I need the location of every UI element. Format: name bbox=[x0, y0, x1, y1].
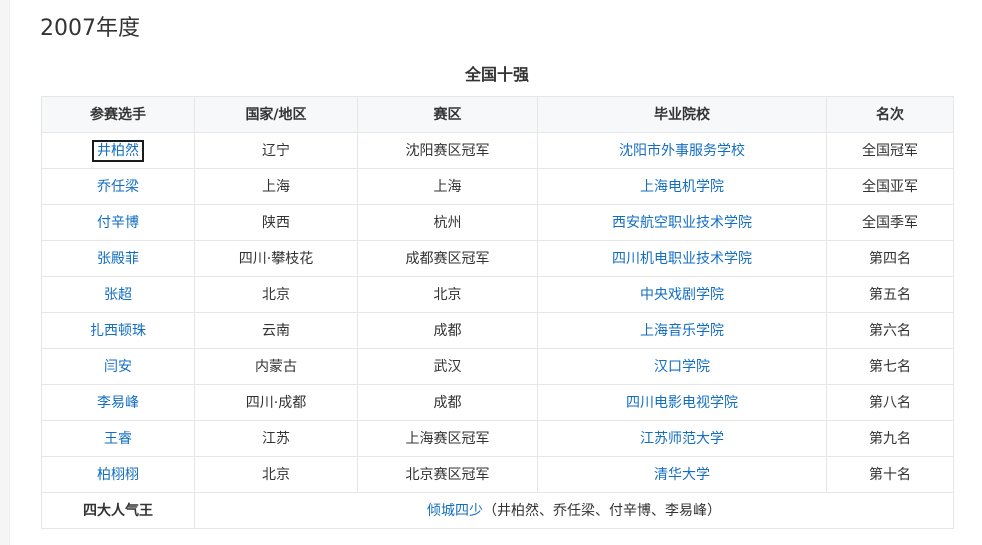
contestant-link[interactable]: 付辛博 bbox=[97, 215, 139, 231]
school-link[interactable]: 西安航空职业技术学院 bbox=[612, 215, 752, 231]
column-header-contestant: 参赛选手 bbox=[41, 96, 195, 133]
school-cell: 中央戏剧学院 bbox=[537, 276, 827, 313]
contestant-cell: 柏栩栩 bbox=[41, 456, 195, 493]
section-heading: 2007年度 bbox=[40, 16, 140, 41]
rank-cell: 第九名 bbox=[826, 420, 954, 457]
rank-cell: 第六名 bbox=[826, 312, 954, 349]
rank-cell: 全国亚军 bbox=[826, 168, 954, 205]
table-row: 王睿 江苏 上海赛区冠军 江苏师范大学 第九名 bbox=[41, 420, 954, 457]
group-name-link[interactable]: 倾城四少 bbox=[427, 503, 483, 519]
division-cell: 成都赛区冠军 bbox=[357, 240, 538, 277]
column-header-rank: 名次 bbox=[826, 96, 954, 133]
popularity-label: 四大人气王 bbox=[41, 492, 195, 529]
contestant-link[interactable]: 井柏然 bbox=[92, 139, 144, 162]
contestant-link[interactable]: 张殿菲 bbox=[97, 251, 139, 267]
rank-cell: 第五名 bbox=[826, 276, 954, 313]
region-cell: 辽宁 bbox=[194, 132, 358, 169]
school-link[interactable]: 清华大学 bbox=[654, 467, 710, 483]
division-cell: 沈阳赛区冠军 bbox=[357, 132, 538, 169]
division-cell: 武汉 bbox=[357, 348, 538, 385]
rank-cell: 第八名 bbox=[826, 384, 954, 421]
popularity-value-cell: 倾城四少（井柏然、乔任梁、付辛博、李易峰） bbox=[194, 492, 954, 529]
left-margin-bar bbox=[0, 0, 10, 545]
table-row: 扎西顿珠 云南 成都 上海音乐学院 第六名 bbox=[41, 312, 954, 349]
contestant-link[interactable]: 柏栩栩 bbox=[97, 467, 139, 483]
school-cell: 沈阳市外事服务学校 bbox=[537, 132, 827, 169]
region-cell: 江苏 bbox=[194, 420, 358, 457]
contestant-cell: 井柏然 bbox=[41, 132, 195, 169]
division-cell: 成都 bbox=[357, 312, 538, 349]
school-link[interactable]: 四川机电职业技术学院 bbox=[612, 251, 752, 267]
table-row: 闫安 内蒙古 武汉 汉口学院 第七名 bbox=[41, 348, 954, 385]
division-cell: 杭州 bbox=[357, 204, 538, 241]
region-cell: 北京 bbox=[194, 456, 358, 493]
contestant-cell: 扎西顿珠 bbox=[41, 312, 195, 349]
school-cell: 清华大学 bbox=[537, 456, 827, 493]
popularity-row: 四大人气王 倾城四少（井柏然、乔任梁、付辛博、李易峰） bbox=[41, 492, 954, 529]
contestant-cell: 乔任梁 bbox=[41, 168, 195, 205]
column-header-region: 国家/地区 bbox=[194, 96, 358, 133]
contestant-cell: 王睿 bbox=[41, 420, 195, 457]
school-link[interactable]: 江苏师范大学 bbox=[640, 431, 724, 447]
rank-cell: 全国季军 bbox=[826, 204, 954, 241]
region-cell: 云南 bbox=[194, 312, 358, 349]
school-cell: 上海电机学院 bbox=[537, 168, 827, 205]
contestant-link[interactable]: 乔任梁 bbox=[97, 179, 139, 195]
contestant-cell: 李易峰 bbox=[41, 384, 195, 421]
school-link[interactable]: 四川电影电视学院 bbox=[626, 395, 738, 411]
school-link[interactable]: 上海音乐学院 bbox=[640, 323, 724, 339]
school-cell: 四川机电职业技术学院 bbox=[537, 240, 827, 277]
region-cell: 内蒙古 bbox=[194, 348, 358, 385]
table-header-row: 参赛选手 国家/地区 赛区 毕业院校 名次 bbox=[41, 96, 954, 133]
school-cell: 汉口学院 bbox=[537, 348, 827, 385]
rank-cell: 全国冠军 bbox=[826, 132, 954, 169]
region-cell: 陕西 bbox=[194, 204, 358, 241]
contestant-link[interactable]: 扎西顿珠 bbox=[90, 323, 146, 339]
contestant-link[interactable]: 王睿 bbox=[104, 431, 132, 447]
contestant-cell: 张超 bbox=[41, 276, 195, 313]
school-link[interactable]: 中央戏剧学院 bbox=[640, 287, 724, 303]
region-cell: 上海 bbox=[194, 168, 358, 205]
division-cell: 北京 bbox=[357, 276, 538, 313]
school-cell: 四川电影电视学院 bbox=[537, 384, 827, 421]
rank-cell: 第七名 bbox=[826, 348, 954, 385]
division-cell: 成都 bbox=[357, 384, 538, 421]
division-cell: 北京赛区冠军 bbox=[357, 456, 538, 493]
region-cell: 四川·成都 bbox=[194, 384, 358, 421]
column-header-division: 赛区 bbox=[357, 96, 538, 133]
school-link[interactable]: 上海电机学院 bbox=[640, 179, 724, 195]
contestant-link[interactable]: 张超 bbox=[104, 287, 132, 303]
school-link[interactable]: 汉口学院 bbox=[654, 359, 710, 375]
top-ten-table: 参赛选手 国家/地区 赛区 毕业院校 名次 井柏然 辽宁 沈阳赛区冠军 沈阳市外… bbox=[41, 96, 954, 529]
table-row: 乔任梁 上海 上海 上海电机学院 全国亚军 bbox=[41, 168, 954, 205]
region-cell: 四川·攀枝花 bbox=[194, 240, 358, 277]
school-cell: 西安航空职业技术学院 bbox=[537, 204, 827, 241]
table-row: 柏栩栩 北京 北京赛区冠军 清华大学 第十名 bbox=[41, 456, 954, 493]
region-cell: 北京 bbox=[194, 276, 358, 313]
division-cell: 上海 bbox=[357, 168, 538, 205]
group-members-text: （井柏然、乔任梁、付辛博、李易峰） bbox=[483, 502, 721, 519]
rank-cell: 第四名 bbox=[826, 240, 954, 277]
column-header-school: 毕业院校 bbox=[537, 96, 827, 133]
table-row: 李易峰 四川·成都 成都 四川电影电视学院 第八名 bbox=[41, 384, 954, 421]
table-row: 张超 北京 北京 中央戏剧学院 第五名 bbox=[41, 276, 954, 313]
rank-cell: 第十名 bbox=[826, 456, 954, 493]
division-cell: 上海赛区冠军 bbox=[357, 420, 538, 457]
contestant-cell: 闫安 bbox=[41, 348, 195, 385]
contestant-cell: 张殿菲 bbox=[41, 240, 195, 277]
school-link[interactable]: 沈阳市外事服务学校 bbox=[619, 143, 745, 159]
contestant-link[interactable]: 李易峰 bbox=[97, 395, 139, 411]
table-caption: 全国十强 bbox=[464, 65, 529, 84]
table-row: 张殿菲 四川·攀枝花 成都赛区冠军 四川机电职业技术学院 第四名 bbox=[41, 240, 954, 277]
table-row: 井柏然 辽宁 沈阳赛区冠军 沈阳市外事服务学校 全国冠军 bbox=[41, 132, 954, 169]
contestant-cell: 付辛博 bbox=[41, 204, 195, 241]
school-cell: 上海音乐学院 bbox=[537, 312, 827, 349]
school-cell: 江苏师范大学 bbox=[537, 420, 827, 457]
table-row: 付辛博 陕西 杭州 西安航空职业技术学院 全国季军 bbox=[41, 204, 954, 241]
contestant-link[interactable]: 闫安 bbox=[104, 359, 132, 375]
